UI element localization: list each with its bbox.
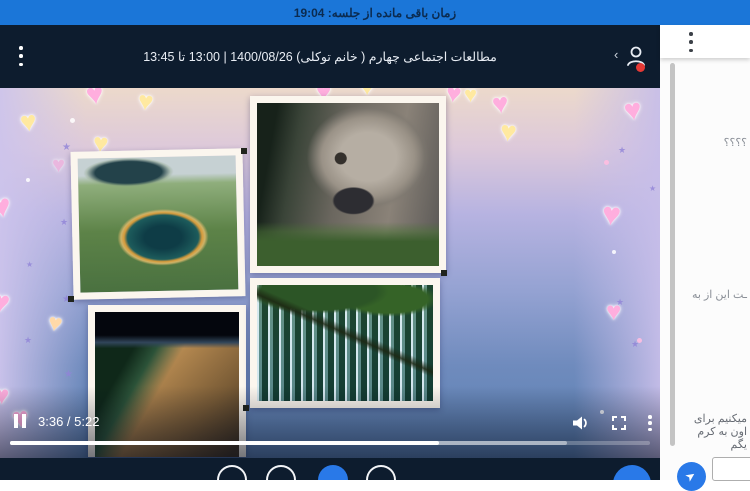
sparkle-dot: [26, 178, 30, 182]
frame-handle: [243, 405, 249, 411]
chat-message-line: یگم: [730, 439, 747, 451]
participants-icon[interactable]: ‹: [614, 44, 646, 72]
progress-played: [10, 441, 439, 445]
frame-handle: [441, 270, 447, 276]
photo-coastline-space: [88, 305, 246, 457]
stage: مطالعات اجتماعی چهارم ( خانم توکلی) 1400…: [0, 25, 660, 480]
heart-decoration: [137, 88, 155, 115]
chat-scrollbar[interactable]: [670, 63, 675, 446]
chat-sidebar-header: [660, 25, 750, 58]
heart-decoration: [491, 89, 510, 119]
heart-decoration: [600, 197, 622, 231]
star-decoration: [60, 218, 68, 227]
progress-bar[interactable]: [10, 441, 650, 445]
notification-badge: [636, 63, 645, 72]
heart-decoration: [464, 88, 477, 106]
heart-decoration: [0, 189, 14, 224]
sparkle-dot: [604, 160, 609, 165]
sparkle-dot: [600, 410, 604, 414]
star-decoration: [616, 298, 624, 307]
chevron-left-icon: ‹: [614, 47, 619, 62]
heart-decoration: [444, 88, 463, 107]
paper-plane-icon: ➤: [682, 467, 700, 485]
photo-koala: [250, 96, 446, 273]
chat-message: ؟؟؟؟: [723, 137, 747, 149]
heart-decoration: [19, 107, 38, 137]
frame-handle: [241, 148, 247, 154]
bottom-toolbar: [0, 458, 660, 480]
class-header: مطالعات اجتماعی چهارم ( خانم توکلی) 1400…: [0, 25, 660, 88]
sparkle-dot: [70, 118, 75, 123]
photo-waterfall: [250, 278, 440, 408]
chat-message: ـت این از به: [691, 289, 747, 301]
star-decoration: [649, 185, 656, 193]
session-timer-text: زمان باقی مانده از جلسه: 19:04: [293, 5, 457, 20]
frame-handle: [68, 296, 74, 302]
player-more-options-icon[interactable]: [648, 415, 652, 431]
video-player-surface[interactable]: 3:36 / 5:22: [0, 88, 660, 458]
chat-message: میکنیم برای اون به کرم یگم: [663, 413, 747, 452]
chat-message-line: اون به کرم: [697, 426, 747, 438]
heart-decoration: [46, 311, 64, 337]
toolbar-circle-button-4[interactable]: [366, 465, 396, 480]
toolbar-blue-fab-button[interactable]: [613, 465, 651, 480]
app-body: مطالعات اجتماعی چهارم ( خانم توکلی) 1400…: [0, 25, 750, 491]
fullscreen-icon[interactable]: [612, 416, 626, 430]
toolbar-circle-button-1[interactable]: [217, 465, 247, 480]
chat-message-area: ؟؟؟؟ ـت این از به میکنیم برای اون به کرم…: [660, 58, 750, 454]
heart-decoration: [0, 382, 9, 408]
toolbar-circle-button-2[interactable]: [266, 465, 296, 480]
session-timer-bar: زمان باقی مانده از جلسه: 19:04: [0, 0, 750, 25]
photo-aerial-crater-lake: [70, 148, 246, 300]
send-message-button[interactable]: ➤: [677, 462, 706, 491]
heart-decoration: [622, 95, 644, 127]
pause-button[interactable]: [14, 414, 26, 428]
chat-input[interactable]: [712, 457, 750, 481]
sparkle-dot: [637, 338, 642, 343]
sparkle-dot: [612, 250, 616, 254]
time-display: 3:36 / 5:22: [38, 414, 100, 429]
chat-menu-icon[interactable]: [684, 32, 698, 52]
class-title: مطالعات اجتماعی چهارم ( خانم توکلی) 1400…: [143, 50, 497, 64]
heart-decoration: [499, 117, 518, 147]
star-decoration: [26, 261, 33, 269]
heart-decoration: [84, 88, 106, 111]
volume-icon[interactable]: [572, 415, 590, 431]
chat-message-line: میکنیم برای: [693, 413, 747, 425]
chat-input-row: ➤: [660, 454, 750, 491]
heart-decoration: [0, 287, 12, 319]
star-decoration: [24, 336, 32, 345]
header-menu-icon[interactable]: [14, 46, 28, 66]
toolbar-circle-button-3-active[interactable]: [318, 465, 348, 480]
chat-sidebar: ؟؟؟؟ ـت این از به میکنیم برای اون به کرم…: [660, 25, 750, 491]
star-decoration: [618, 146, 626, 155]
heart-decoration: [52, 154, 65, 176]
star-decoration: [64, 370, 73, 380]
